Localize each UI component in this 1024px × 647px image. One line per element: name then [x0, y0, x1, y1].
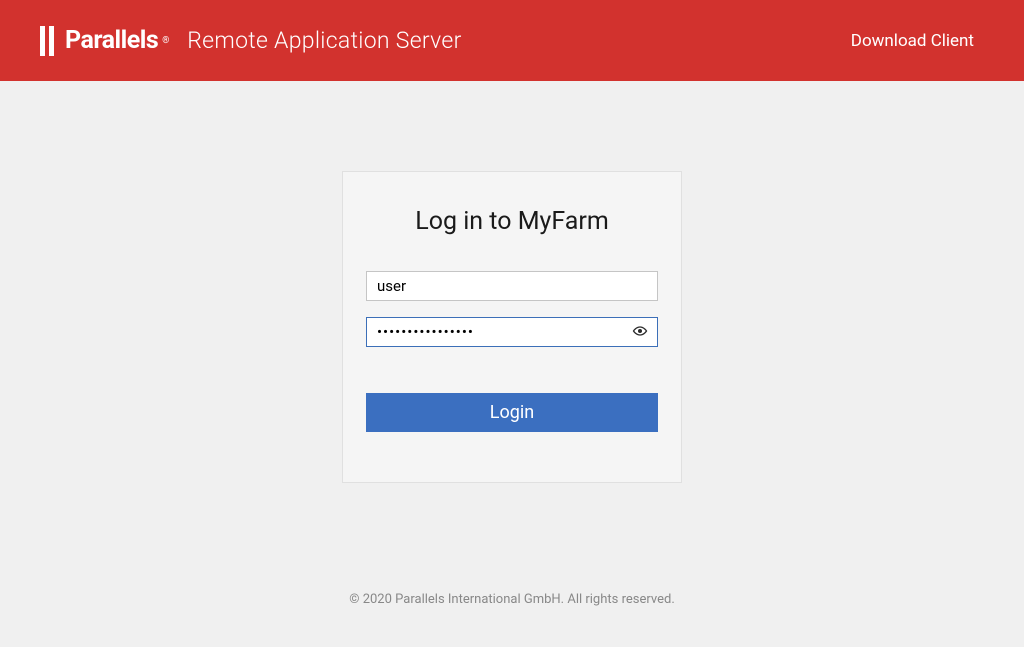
brand-name: Parallels — [65, 26, 158, 55]
username-input[interactable] — [366, 271, 658, 301]
download-client-link[interactable]: Download Client — [851, 31, 974, 51]
trademark-icon: ® — [162, 36, 169, 46]
logo-bars-icon — [40, 26, 54, 56]
login-button[interactable]: Login — [366, 393, 658, 432]
parallels-logo: Parallels ® — [40, 26, 169, 56]
show-password-icon[interactable] — [632, 324, 648, 340]
login-card: Log in to MyFarm Login — [342, 171, 682, 483]
footer-copyright: © 2020 Parallels International GmbH. All… — [0, 592, 1024, 607]
product-name: Remote Application Server — [187, 27, 461, 54]
header-left: Parallels ® Remote Application Server — [40, 26, 462, 56]
main-content: Log in to MyFarm Login — [0, 81, 1024, 483]
password-wrapper — [366, 317, 658, 347]
password-input[interactable] — [366, 317, 658, 347]
header-bar: Parallels ® Remote Application Server Do… — [0, 0, 1024, 81]
login-title: Log in to MyFarm — [415, 207, 609, 236]
